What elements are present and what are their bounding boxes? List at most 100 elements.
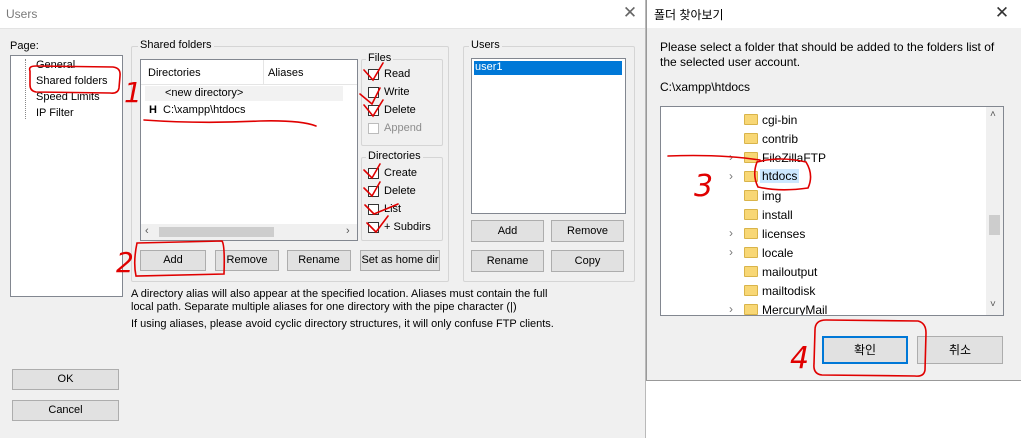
folder-icon: [744, 266, 758, 277]
subdirs-label: + Subdirs: [384, 221, 431, 233]
col-directories-header[interactable]: Directories: [148, 67, 201, 79]
horizontal-scrollbar[interactable]: ‹ ›: [141, 224, 357, 240]
page-item-ip-filter[interactable]: IP Filter: [36, 107, 74, 119]
rename-user-button[interactable]: Rename: [471, 250, 544, 272]
folder-label: contrib: [762, 132, 799, 146]
folder-label: mailtodisk: [762, 284, 816, 298]
folder-label: locale: [762, 246, 794, 260]
cyclic-help-text: If using aliases, please avoid cyclic di…: [131, 318, 554, 330]
users-titlebar: Users ✕: [0, 0, 645, 29]
current-path: C:\xampp\htdocs: [660, 80, 751, 94]
folder-icon: [744, 171, 758, 182]
col-aliases-header[interactable]: Aliases: [268, 67, 303, 79]
delete-dir-label: Delete: [384, 185, 416, 197]
rename-folder-button[interactable]: Rename: [287, 250, 351, 271]
write-label: Write: [384, 86, 410, 98]
folder-dialog-titlebar: 폴더 찾아보기 ✕: [647, 0, 1021, 28]
folder-row[interactable]: mailtodisk: [661, 282, 986, 300]
folder-row[interactable]: › FileZillaFTP: [661, 149, 986, 167]
folder-browse-dialog: 폴더 찾아보기 ✕ Please select a folder that sh…: [646, 0, 1021, 381]
page-label: Page:: [10, 40, 39, 52]
list-dir-checkbox[interactable]: [368, 204, 379, 215]
folder-tree[interactable]: cgi-bin contrib › FileZillaFTP › htdocs …: [660, 106, 1004, 316]
folder-label: htdocs: [760, 169, 800, 183]
set-home-dir-button[interactable]: Set as home dir: [360, 250, 440, 271]
folder-icon: [744, 228, 758, 239]
close-icon[interactable]: ✕: [620, 3, 640, 23]
confirm-button[interactable]: 확인: [822, 336, 908, 364]
delete-dir-checkbox[interactable]: [368, 186, 379, 197]
append-label: Append: [384, 122, 422, 134]
folder-row[interactable]: mailoutput: [661, 263, 986, 281]
folder-icon: [744, 285, 758, 296]
scroll-right-icon[interactable]: ›: [346, 225, 350, 237]
scroll-thumb[interactable]: [989, 215, 1000, 235]
tree-line: [25, 59, 26, 119]
cancel-folder-button[interactable]: 취소: [917, 336, 1003, 364]
write-checkbox[interactable]: [368, 87, 379, 98]
page-item-speed-limits[interactable]: Speed Limits: [36, 91, 100, 103]
folder-row[interactable]: › locale: [661, 244, 986, 262]
folder-label: mailoutput: [762, 265, 818, 279]
create-dir-label: Create: [384, 167, 418, 179]
folder-icon: [744, 247, 758, 258]
subdirs-checkbox[interactable]: [368, 222, 379, 233]
folder-row[interactable]: › licenses: [661, 225, 986, 243]
directory-item[interactable]: C:\xampp\htdocs: [163, 104, 246, 116]
cancel-button[interactable]: Cancel: [12, 400, 119, 421]
folder-icon: [744, 190, 758, 201]
folder-row[interactable]: contrib: [661, 130, 986, 148]
files-title: Files: [366, 52, 394, 64]
scroll-left-icon[interactable]: ‹: [145, 225, 149, 237]
delete-file-checkbox[interactable]: [368, 105, 379, 116]
folder-dialog-description: Please select a folder that should be ad…: [660, 40, 995, 69]
close-icon[interactable]: ✕: [992, 3, 1012, 23]
add-user-button[interactable]: Add: [471, 220, 544, 242]
copy-user-button[interactable]: Copy: [551, 250, 624, 272]
page-tree: General Shared folders Speed Limits IP F…: [10, 55, 123, 297]
col-divider: [263, 60, 264, 84]
add-folder-button[interactable]: Add: [140, 250, 206, 271]
scroll-down-icon[interactable]: ˅: [990, 299, 996, 310]
create-dir-checkbox[interactable]: [368, 168, 379, 179]
folder-icon: [744, 133, 758, 144]
chevron-right-icon[interactable]: ›: [726, 302, 736, 315]
read-checkbox[interactable]: [368, 69, 379, 80]
folder-row[interactable]: cgi-bin: [661, 111, 986, 129]
folder-label: img: [762, 189, 782, 203]
scroll-thumb[interactable]: [159, 227, 274, 237]
directories-list[interactable]: Directories Aliases <new directory> H C:…: [140, 59, 358, 241]
ok-button[interactable]: OK: [12, 369, 119, 390]
chevron-right-icon[interactable]: ›: [726, 169, 736, 183]
scroll-up-icon[interactable]: ˄: [990, 109, 996, 120]
read-label: Read: [384, 68, 411, 80]
folder-label: FileZillaFTP: [762, 151, 827, 165]
folder-label: licenses: [762, 227, 806, 241]
page-item-shared-folders[interactable]: Shared folders: [36, 75, 108, 87]
folder-row[interactable]: img: [661, 187, 986, 205]
users-group-title: Users: [469, 39, 502, 51]
chevron-right-icon[interactable]: ›: [726, 226, 736, 240]
alias-help-text: A directory alias will also appear at th…: [131, 288, 548, 313]
folder-dialog-title: 폴더 찾아보기: [654, 8, 724, 22]
folder-row[interactable]: › MercuryMail: [661, 301, 986, 316]
user-item[interactable]: user1: [475, 61, 503, 73]
page-item-general[interactable]: General: [36, 59, 75, 71]
remove-user-button[interactable]: Remove: [551, 220, 624, 242]
directories-title: Directories: [366, 150, 423, 162]
append-checkbox[interactable]: [368, 123, 379, 134]
folder-icon: [744, 152, 758, 163]
chevron-right-icon[interactable]: ›: [726, 245, 736, 259]
chevron-right-icon[interactable]: ›: [726, 150, 736, 164]
new-directory-item[interactable]: <new directory>: [165, 87, 243, 99]
folder-icon: [744, 304, 758, 315]
folder-row[interactable]: install: [661, 206, 986, 224]
remove-folder-button[interactable]: Remove: [215, 250, 279, 271]
list-dir-label: List: [384, 203, 402, 215]
folder-row-selected[interactable]: › htdocs: [661, 168, 986, 186]
users-window-title: Users: [6, 7, 38, 21]
users-list[interactable]: user1: [471, 58, 626, 214]
home-marker: H: [149, 104, 157, 116]
folder-label: MercuryMail: [762, 303, 828, 316]
vertical-scrollbar[interactable]: ˄ ˅: [986, 107, 1003, 315]
